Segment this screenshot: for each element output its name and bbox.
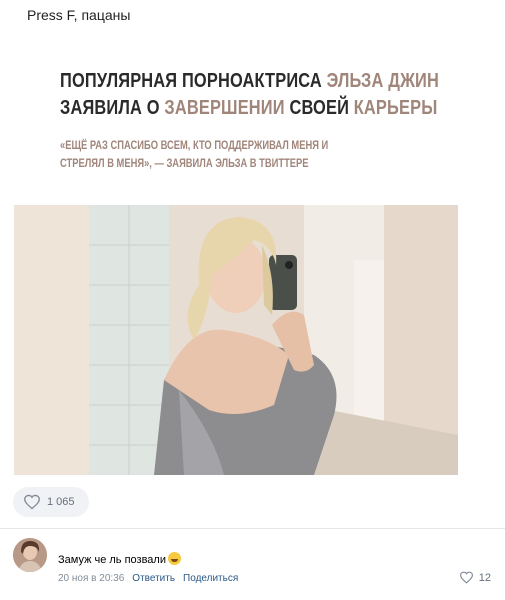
comment-date[interactable]: 20 ноя в 20:36 <box>58 573 124 584</box>
post-photo[interactable] <box>14 205 458 475</box>
share-link[interactable]: Поделиться <box>183 573 238 584</box>
like-count: 1 065 <box>47 496 75 508</box>
laughing-emoji-icon <box>168 552 181 565</box>
comment-like-count: 12 <box>478 571 491 584</box>
headline-part: ПОПУЛЯРНАЯ ПОРНОАКТРИСА <box>60 70 327 92</box>
heart-icon <box>459 571 473 584</box>
comment-text: Замуж че ль позвали <box>58 552 181 566</box>
quote-line: СТРЕЛЯЛ В МЕНЯ», — ЗАЯВИЛА ЭЛЬЗА В ТВИТТ… <box>60 156 309 170</box>
avatar-image <box>13 538 47 572</box>
reply-link[interactable]: Ответить <box>132 573 175 584</box>
commenter-avatar[interactable] <box>13 538 47 572</box>
divider <box>0 528 505 529</box>
headline-part: СВОЕЙ <box>284 97 354 119</box>
post-quote: «ЕЩЁ РАЗ СПАСИБО ВСЕМ, КТО ПОДДЕРЖИВАЛ М… <box>60 136 388 172</box>
comment-meta: 20 ноя в 20:36 Ответить Поделиться <box>58 573 238 584</box>
photo-illustration <box>14 205 458 475</box>
like-button[interactable]: 1 065 <box>13 487 89 517</box>
quote-line: «ЕЩЁ РАЗ СПАСИБО ВСЕМ, КТО ПОДДЕРЖИВАЛ М… <box>60 138 329 152</box>
post-headline: ПОПУЛЯРНАЯ ПОРНОАКТРИСА ЭЛЬЗА ДЖИН ЗАЯВИ… <box>60 68 439 122</box>
group-name[interactable]: Press F, пацаны <box>27 7 130 23</box>
headline-highlight: ЗАВЕРШЕНИИ <box>164 97 285 119</box>
comment-body: Замуж че ль позвали <box>58 554 166 566</box>
heart-icon <box>24 494 40 510</box>
headline-part: ЗАЯВИЛА О <box>60 97 165 119</box>
headline-highlight: КАРЬЕРЫ <box>353 97 438 119</box>
headline-highlight: ЭЛЬЗА ДЖИН <box>326 70 440 92</box>
comment-like-button[interactable]: 12 <box>459 571 491 584</box>
